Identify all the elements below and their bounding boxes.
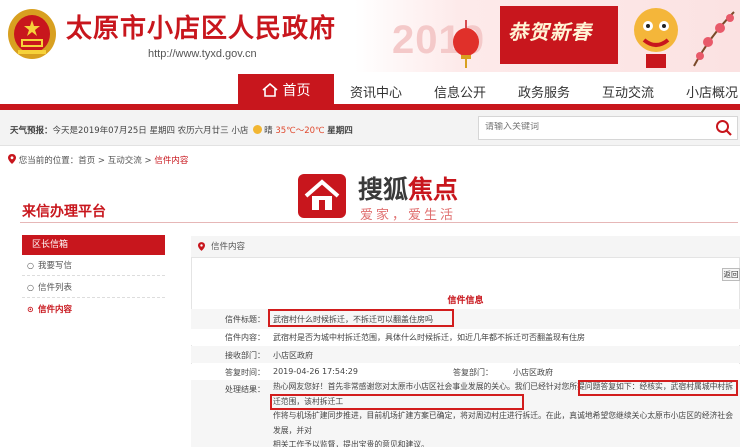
row-letter-content: 信件内容： 武宿村是否为城中村拆迁范围，具体什么时候拆迁，如近几年都不拆迁可否翻…: [191, 329, 740, 345]
row-reply-time: 答复时间： 2019-04-26 17:54:29 答复部门： 小店区政府: [191, 364, 740, 380]
radio-selected-icon: ⊙: [27, 305, 34, 314]
highlight-box: [270, 394, 524, 410]
radio-icon: ○: [27, 261, 34, 270]
row-label: 接收部门：: [225, 351, 265, 360]
nav-item-info-public[interactable]: 信息公开: [434, 82, 486, 101]
reply-line: 相关工作予以监督，提出宝贵的意见和建议。: [273, 440, 429, 447]
row-label: 信件标题：: [225, 315, 265, 324]
row-label: 答复时间：: [225, 368, 265, 377]
nav-item-interaction[interactable]: 互动交流: [602, 82, 654, 101]
nav-item-overview[interactable]: 小店概况: [686, 82, 738, 101]
weather-condition: 晴: [264, 126, 273, 136]
platform-divider: [20, 222, 738, 223]
search-box: [478, 116, 738, 140]
platform-title: 来信办理平台: [22, 204, 106, 220]
search-icon[interactable]: [715, 119, 733, 137]
breadcrumb-sep: >: [141, 156, 155, 166]
weekday: 星期四: [327, 126, 353, 136]
row-receiver: 接收部门： 小店区政府: [191, 346, 740, 363]
watermark-brand-dark: 搜狐: [358, 175, 409, 204]
nav-home-label: 首页: [282, 83, 311, 99]
detail-title: 信件信息: [447, 296, 484, 306]
site-url: http://www.tyxd.gov.cn: [148, 48, 257, 60]
lion-dance-icon: [634, 8, 678, 68]
nav-item-services[interactable]: 政务服务: [518, 82, 570, 101]
site-title[interactable]: 太原市小店区人民政府: [66, 8, 336, 45]
breadcrumb-prefix: 您当前的位置：: [18, 156, 79, 166]
row-label: 信件内容：: [225, 333, 265, 342]
weather-info: 天气预报：今天是2019年07月25日 星期四 农历六月廿三 小店 晴 35℃～…: [10, 124, 353, 136]
highlight-box: [578, 380, 738, 396]
weather-label: 天气预报：: [10, 126, 53, 136]
breadcrumb-home[interactable]: 首页: [78, 156, 95, 166]
plum-blossom-icon: [693, 11, 735, 67]
sun-icon: [253, 125, 263, 134]
location-pin-icon: [198, 242, 205, 251]
highlight-box: [268, 309, 454, 327]
watermark-slogan: 爱家，爱生活: [360, 208, 457, 223]
row-label: 答复部门：: [453, 368, 493, 377]
nav-item-news[interactable]: 资讯中心: [350, 82, 402, 101]
sidebar-item-label: 信件列表: [38, 283, 73, 293]
reply-time-value: 2019-04-26 17:54:29: [273, 367, 358, 376]
breadcrumb-sep: >: [95, 156, 108, 166]
back-button[interactable]: 返回: [722, 268, 740, 281]
panel-heading-label: 信件内容: [211, 242, 246, 252]
watermark-brand-red: 焦点: [408, 175, 459, 204]
panel-heading: 信件内容: [191, 236, 740, 258]
city-name: 小店: [231, 126, 249, 136]
sidebar-item-label: 信件内容: [38, 305, 73, 315]
sidebar-item-write-letter[interactable]: ○ 我要写信: [22, 256, 165, 276]
breadcrumb-current: 信件内容: [154, 156, 189, 166]
sohu-focus-logo-icon: [298, 174, 346, 218]
reply-line: 作将与机场扩建同步推进，目前机场扩建方案已确定，将对周边村庄进行拆迁。在此，真诚…: [273, 411, 734, 435]
sidebar-item-letter-list[interactable]: ○ 信件列表: [22, 278, 165, 298]
nav-home[interactable]: 首页: [238, 74, 334, 106]
lantern-icon: [453, 20, 479, 68]
receiver-value: 小店区政府: [273, 351, 313, 360]
breadcrumb-section[interactable]: 互动交流: [108, 156, 142, 166]
breadcrumb: 您当前的位置：首页 > 互动交流 > 信件内容: [8, 154, 188, 166]
search-input[interactable]: [485, 122, 705, 132]
watermark-brand: 搜狐焦点: [358, 170, 458, 206]
national-emblem-icon: [8, 9, 56, 59]
temperature: 35℃～20℃: [275, 126, 325, 136]
date-text: 今天是2019年07月25日 星期四 农历六月廿三: [52, 126, 229, 136]
sidebar-item-letter-content[interactable]: ⊙ 信件内容: [22, 300, 165, 320]
reply-dept-value: 小店区政府: [513, 368, 553, 377]
sidebar-item-label: 我要写信: [38, 261, 73, 271]
row-label: 处理结果：: [225, 385, 265, 394]
letter-content-value: 武宿村是否为城中村拆迁范围，具体什么时候拆迁，如近几年都不拆迁可否翻盖现有住房: [273, 333, 585, 342]
home-icon: [261, 83, 278, 97]
banner-greeting: 恭贺新春: [508, 20, 592, 44]
radio-icon: ○: [27, 283, 34, 292]
sidebar-heading[interactable]: 区长信箱: [22, 235, 165, 255]
location-pin-icon: [8, 154, 16, 164]
